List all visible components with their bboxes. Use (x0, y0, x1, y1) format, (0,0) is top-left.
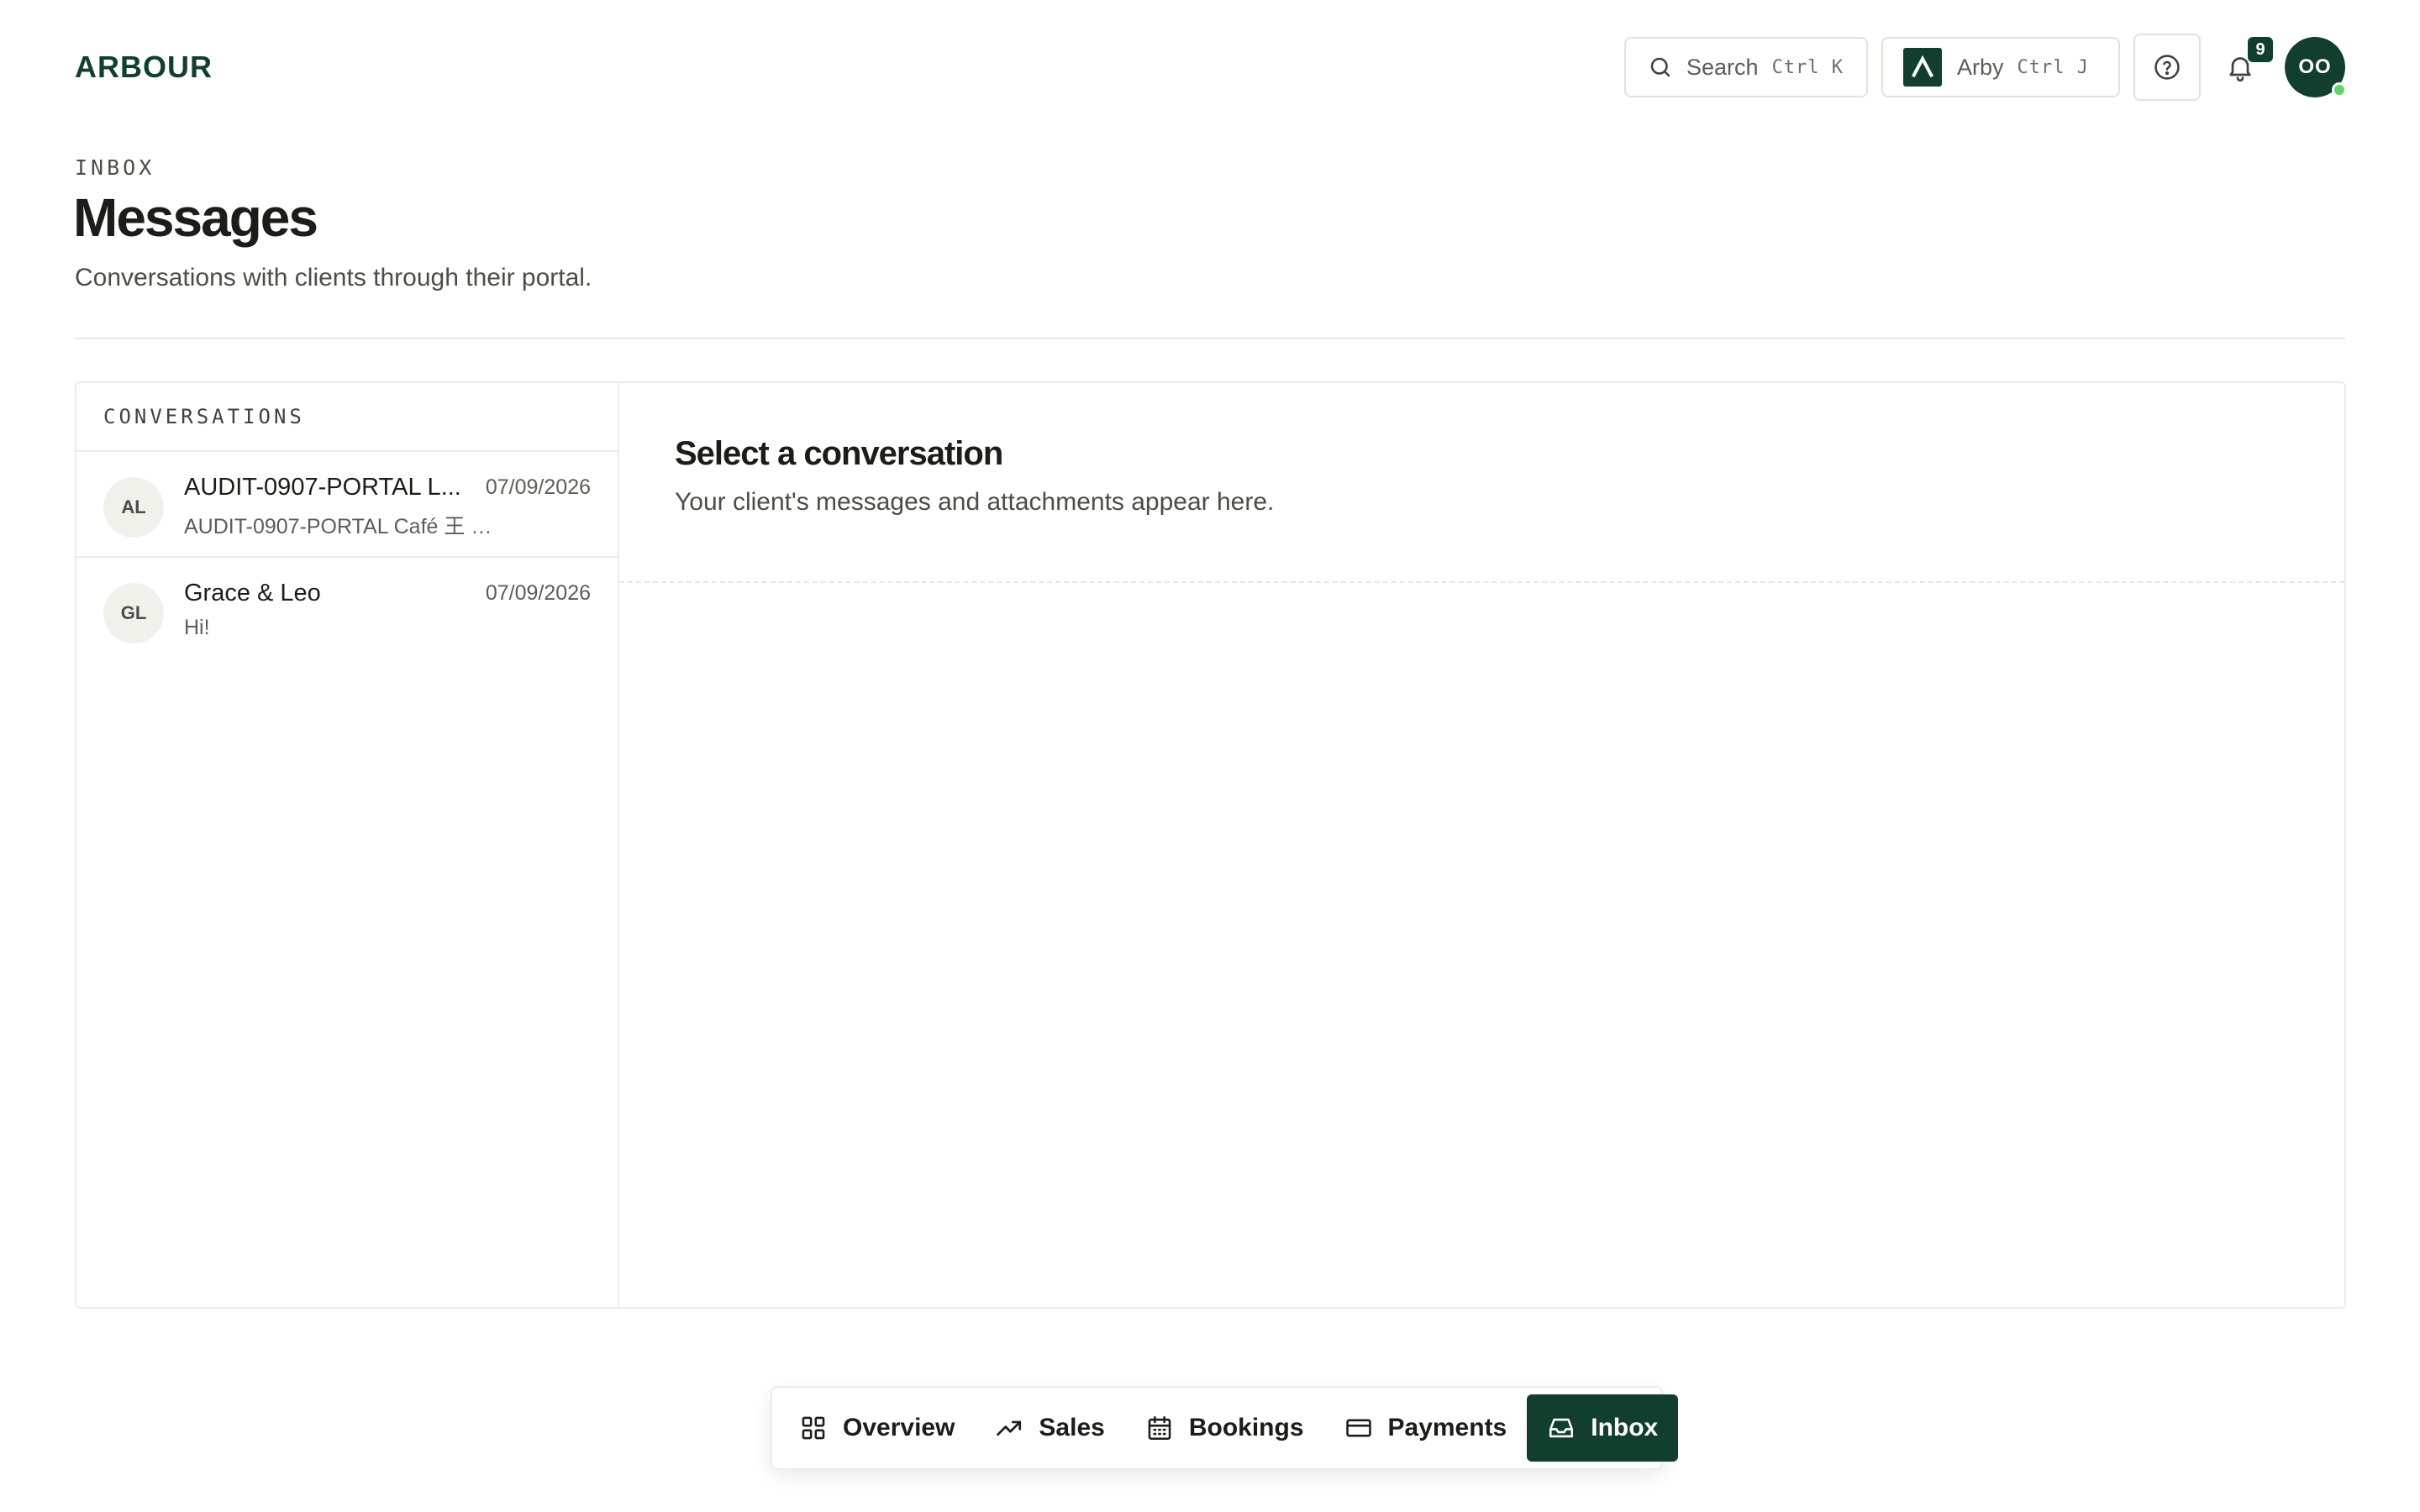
conversation-date: 07/09/2026 (485, 581, 591, 605)
help-icon (2154, 55, 2180, 80)
conversation-detail: Select a conversation Your client's mess… (619, 383, 2344, 1307)
conversation-list: CONVERSATIONS AL AUDIT-0907-PORTAL L... … (76, 383, 619, 1307)
conversation-preview: Hi! (184, 616, 210, 639)
nav-payments-label: Payments (1387, 1414, 1507, 1441)
empty-state-subtitle: Your client's messages and attachments a… (675, 488, 1275, 516)
bottom-nav: Overview Sales Bookings Payments Inbox (771, 1386, 1679, 1470)
nav-bookings[interactable]: Bookings (1125, 1394, 1324, 1462)
conversation-name: AUDIT-0907-PORTAL L... (184, 474, 461, 501)
inbox-icon (1549, 1418, 1574, 1438)
user-avatar[interactable]: OO (2285, 37, 2347, 97)
page-subtitle: Conversations with clients through their… (75, 264, 592, 291)
nav-inbox[interactable]: Inbox (1527, 1394, 1679, 1462)
empty-state: Select a conversation Your client's mess… (619, 383, 2344, 583)
credit-card-icon (1345, 1419, 1371, 1437)
notifications-button[interactable]: 9 (2219, 34, 2273, 101)
page: ARBOUR Search Ctrl K Arby Ctrl J 9 OO IN… (0, 0, 2420, 1512)
empty-state-title: Select a conversation (675, 435, 1003, 472)
online-status-indicator (2332, 82, 2347, 97)
section-divider (75, 338, 2345, 339)
conversation-body: Grace & Leo 07/09/2026 Hi! (184, 580, 591, 640)
help-button[interactable] (2133, 34, 2201, 101)
conversation-body: AUDIT-0907-PORTAL L... 07/09/2026 AUDIT-… (184, 474, 591, 540)
conversation-list-header: CONVERSATIONS (76, 383, 618, 452)
header-actions: Search Ctrl K Arby Ctrl J 9 OO (1624, 34, 2347, 101)
conversation-date: 07/09/2026 (485, 475, 591, 499)
inbox-panel: CONVERSATIONS AL AUDIT-0907-PORTAL L... … (75, 381, 2346, 1309)
nav-sales-label: Sales (1039, 1414, 1105, 1441)
calendar-icon (1148, 1415, 1171, 1441)
app-logo[interactable]: ARBOUR (75, 50, 213, 85)
nav-payments[interactable]: Payments (1324, 1394, 1528, 1462)
nav-sales[interactable]: Sales (975, 1394, 1124, 1462)
conversation-item[interactable]: AL AUDIT-0907-PORTAL L... 07/09/2026 AUD… (76, 452, 618, 558)
grid-icon (802, 1416, 825, 1440)
notification-count-badge: 9 (2248, 37, 2273, 62)
top-header: ARBOUR Search Ctrl K Arby Ctrl J 9 OO (75, 34, 2347, 101)
conversation-avatar: AL (103, 477, 164, 538)
nav-overview[interactable]: Overview (779, 1394, 975, 1462)
trend-up-icon (997, 1420, 1022, 1436)
user-initials: OO (2298, 55, 2332, 78)
conversation-avatar: GL (103, 583, 164, 643)
nav-overview-label: Overview (843, 1414, 955, 1441)
conversation-item[interactable]: GL Grace & Leo 07/09/2026 Hi! (76, 558, 618, 664)
assistant-shortcut: Ctrl J (2017, 56, 2090, 78)
conversation-name: Grace & Leo (184, 580, 321, 606)
assistant-button[interactable]: Arby Ctrl J (1881, 37, 2120, 97)
search-label: Search (1686, 54, 1759, 80)
conversation-preview: AUDIT-0907-PORTAL Café 王 🪴 ... (184, 515, 512, 538)
nav-inbox-label: Inbox (1591, 1414, 1659, 1441)
page-title: Messages (73, 187, 318, 248)
page-eyebrow: INBOX (75, 155, 155, 180)
assistant-label: Arby (1957, 54, 2004, 80)
arby-logo-icon (1903, 48, 1942, 87)
search-shortcut: Ctrl K (1771, 56, 1844, 78)
search-icon (1650, 57, 1670, 77)
nav-bookings-label: Bookings (1188, 1414, 1304, 1441)
search-button[interactable]: Search Ctrl K (1624, 37, 1868, 97)
